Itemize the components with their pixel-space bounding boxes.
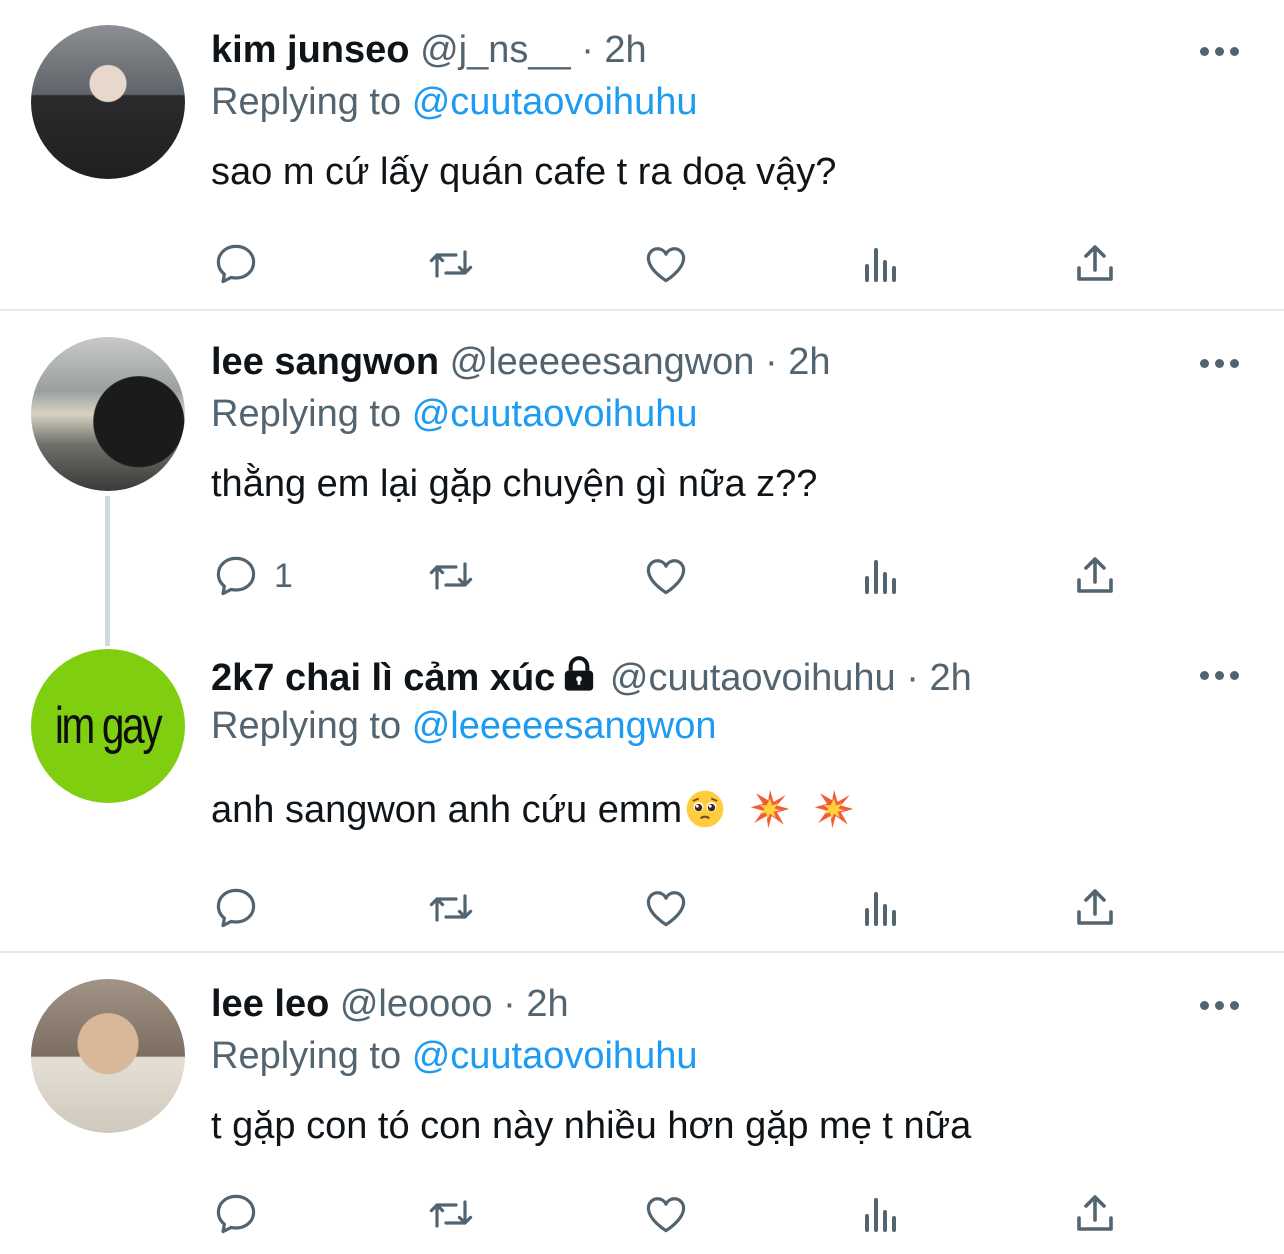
views-icon <box>865 560 896 594</box>
replying-prefix: Replying to <box>211 705 402 747</box>
collision-icon <box>749 788 791 843</box>
reply-icon <box>216 1194 256 1234</box>
avatar[interactable] <box>31 25 185 179</box>
views-icon <box>865 1198 896 1232</box>
divider <box>0 309 1284 311</box>
mention-link[interactable]: @cuutaovoihuhu <box>412 1035 698 1077</box>
retweet-icon <box>429 1200 473 1228</box>
share-button[interactable] <box>1071 873 1119 943</box>
action-bar <box>0 229 1284 299</box>
replying-to: Replying to @cuutaovoihuhu <box>211 1031 697 1081</box>
tweet-text-row: anh sangwon anh cứu emm <box>211 785 855 843</box>
reply-icon <box>216 556 256 596</box>
timestamp[interactable]: · 2h <box>503 983 568 1025</box>
retweet-icon <box>429 250 473 278</box>
views-button[interactable] <box>857 229 905 299</box>
display-name[interactable]: kim junseo <box>211 29 410 71</box>
tweet-text: thằng em lại gặp chuyện gì nữa z?? <box>211 463 818 505</box>
replying-prefix: Replying to <box>211 81 402 123</box>
tweet-header: lee leo @leoooo · 2h <box>211 979 569 1029</box>
share-icon <box>1077 557 1113 593</box>
like-icon <box>646 1197 686 1233</box>
action-bar: 1 <box>0 541 1284 611</box>
more-icon[interactable] <box>1200 671 1240 681</box>
action-bar <box>0 1179 1284 1249</box>
retweet-button[interactable] <box>427 229 475 299</box>
timestamp[interactable]: · 2h <box>581 29 646 71</box>
pleading-face-icon <box>684 788 726 843</box>
views-button[interactable] <box>857 873 905 943</box>
timestamp[interactable]: · 2h <box>765 341 830 383</box>
retweet-button[interactable] <box>427 1179 475 1249</box>
lock-icon <box>559 654 599 707</box>
mention-link[interactable]: @leeeeesangwon <box>412 705 717 747</box>
collision-icon <box>813 788 855 843</box>
more-icon[interactable] <box>1200 359 1240 369</box>
like-icon <box>646 891 686 927</box>
action-bar <box>0 873 1284 943</box>
more-icon[interactable] <box>1200 1001 1240 1011</box>
like-icon <box>646 559 686 595</box>
replying-prefix: Replying to <box>211 393 402 435</box>
avatar[interactable] <box>31 979 185 1133</box>
reply-button[interactable]: 1 <box>212 541 293 611</box>
share-button[interactable] <box>1071 229 1119 299</box>
mention-link[interactable]: @cuutaovoihuhu <box>412 393 698 435</box>
views-icon <box>865 892 896 926</box>
reply-button[interactable] <box>212 229 274 299</box>
share-button[interactable] <box>1071 541 1119 611</box>
thread-connector <box>105 496 110 646</box>
replying-to: Replying to @cuutaovoihuhu <box>211 389 697 439</box>
avatar-text: im gay <box>55 697 163 755</box>
tweet-header: 2k7 chai lì cảm xúc @cuutaovoihuhu · 2h <box>211 653 972 707</box>
share-icon <box>1077 889 1113 925</box>
tweet-header: lee sangwon @leeeeesangwon · 2h <box>211 337 830 387</box>
more-icon[interactable] <box>1200 47 1240 57</box>
handle[interactable]: @cuutaovoihuhu <box>610 657 896 699</box>
reply-button[interactable] <box>212 873 274 943</box>
display-name[interactable]: lee sangwon <box>211 341 439 383</box>
timestamp[interactable]: · 2h <box>906 657 971 699</box>
mention-link[interactable]: @cuutaovoihuhu <box>412 81 698 123</box>
views-icon <box>865 248 896 282</box>
views-button[interactable] <box>857 541 905 611</box>
like-button[interactable] <box>642 873 690 943</box>
reply-button[interactable] <box>212 1179 274 1249</box>
share-icon <box>1077 1195 1113 1231</box>
tweet-text: sao m cứ lấy quán cafe t ra doạ vậy? <box>211 151 837 193</box>
like-button[interactable] <box>642 1179 690 1249</box>
retweet-button[interactable] <box>427 541 475 611</box>
divider <box>0 951 1284 953</box>
avatar[interactable] <box>31 337 185 491</box>
like-button[interactable] <box>642 229 690 299</box>
handle[interactable]: @j_ns__ <box>420 29 571 71</box>
replying-prefix: Replying to <box>211 1035 402 1077</box>
retweet-icon <box>429 894 473 922</box>
retweet-icon <box>429 562 473 590</box>
share-icon <box>1077 245 1113 281</box>
like-icon <box>646 247 686 283</box>
reply-count: 1 <box>274 556 293 595</box>
tweet-text: anh sangwon anh cứu emm <box>211 789 683 831</box>
replying-to: Replying to @cuutaovoihuhu <box>211 77 697 127</box>
handle[interactable]: @leeeeesangwon <box>450 341 755 383</box>
display-name[interactable]: lee leo <box>211 983 329 1025</box>
reply-icon <box>216 888 256 928</box>
tweet-header: kim junseo @j_ns__ · 2h <box>211 25 647 75</box>
replying-to: Replying to @leeeeesangwon <box>211 701 717 751</box>
share-button[interactable] <box>1071 1179 1119 1249</box>
tweet-text: t gặp con tó con này nhiều hơn gặp mẹ t … <box>211 1105 972 1147</box>
handle[interactable]: @leoooo <box>340 983 493 1025</box>
like-button[interactable] <box>642 541 690 611</box>
retweet-button[interactable] <box>427 873 475 943</box>
display-name[interactable]: 2k7 chai lì cảm xúc <box>211 657 555 699</box>
reply-icon <box>216 244 256 284</box>
views-button[interactable] <box>857 1179 905 1249</box>
avatar[interactable]: im gay <box>31 649 185 803</box>
